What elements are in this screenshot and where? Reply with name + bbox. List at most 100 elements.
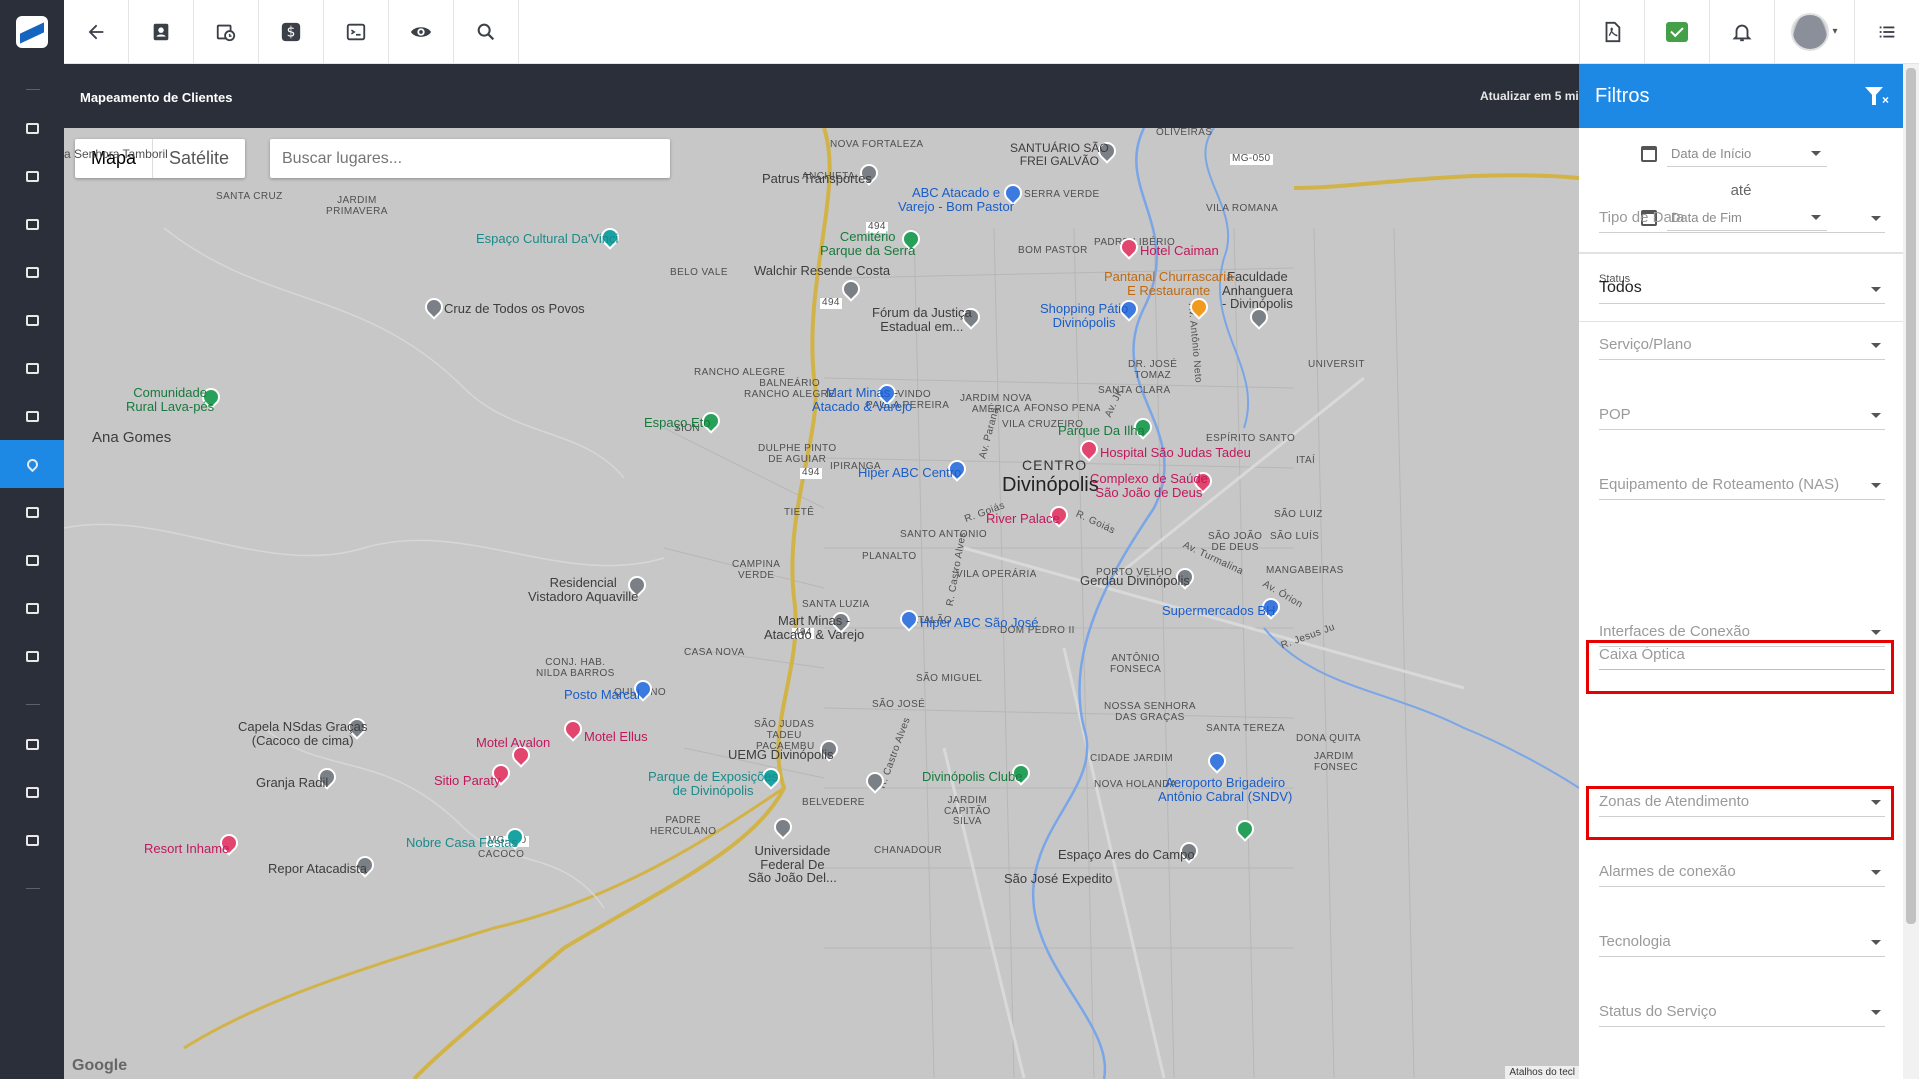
poi-label[interactable]: Cemitério Parque da Serra: [820, 230, 915, 257]
view-button[interactable]: [389, 0, 454, 64]
poi-label[interactable]: Cruz de Todos os Povos: [444, 302, 585, 316]
poi-label[interactable]: Motel Avalon: [476, 736, 550, 750]
poi-label[interactable]: River Palace: [986, 512, 1060, 526]
app-logo[interactable]: [0, 0, 64, 64]
poi-label[interactable]: São José Expedito: [1004, 872, 1112, 886]
sidebar-item-contacts[interactable]: [0, 200, 64, 248]
date-start-field[interactable]: Data de Início: [1641, 141, 1827, 167]
poi-label[interactable]: Residencial Vistadoro Aquaville: [528, 576, 638, 603]
sidebar-item-documents[interactable]: [0, 488, 64, 536]
poi-label[interactable]: Mart Minas - Atacado & Varejo: [812, 386, 912, 413]
schedule-button[interactable]: [194, 0, 259, 64]
finance-button[interactable]: $: [259, 0, 324, 64]
poi-label[interactable]: Gerdau Divinópolis: [1080, 574, 1190, 588]
sidebar-item-files[interactable]: [0, 584, 64, 632]
map-attribution[interactable]: Atalhos do tecl: [1505, 1066, 1579, 1079]
pdf-button[interactable]: [1579, 0, 1644, 64]
video-icon: [25, 738, 39, 750]
filter-tipo-data[interactable]: Tipo de Data: [1599, 199, 1885, 233]
contacts-button[interactable]: [129, 0, 194, 64]
poi-label[interactable]: Motel Ellus: [584, 730, 648, 744]
sidebar-item-servers[interactable]: [0, 536, 64, 584]
filter-interfaces[interactable]: Interfaces de Conexão: [1599, 613, 1885, 647]
filter-status[interactable]: Todos: [1599, 270, 1885, 304]
poi-label[interactable]: Hotel Caiman: [1140, 244, 1219, 258]
poi-label[interactable]: Pantanal Churrascaria E Restaurante: [1104, 270, 1233, 297]
select-value: Todos: [1599, 279, 1642, 296]
poi-label[interactable]: Complexo de Saúde São João de Deus: [1090, 472, 1208, 499]
poi-label[interactable]: Resort Inhame: [144, 842, 229, 856]
user-menu-button[interactable]: ▾: [1774, 0, 1854, 63]
scrollbar-thumb[interactable]: [1906, 68, 1916, 924]
filter-nas[interactable]: Equipamento de Roteamento (NAS): [1599, 466, 1885, 500]
clear-filter-icon[interactable]: ×: [1865, 85, 1889, 107]
sidebar-item-dashboard[interactable]: [0, 104, 64, 152]
poi-label[interactable]: Parque Da Ilha: [1058, 424, 1145, 438]
sidebar-item-register[interactable]: [0, 248, 64, 296]
sidebar-item-settings[interactable]: [0, 632, 64, 680]
poi-label[interactable]: Hiper ABC Centro: [858, 466, 961, 480]
poi-label[interactable]: SANTUÁRIO SÃO FREI GALVÃO: [1010, 142, 1109, 167]
poi-label[interactable]: Mart Minas - Atacado & Varejo: [764, 614, 864, 641]
poi-label[interactable]: Espaço Ares do Campo: [1058, 848, 1195, 862]
poi-label[interactable]: Sitio Paraty: [434, 774, 500, 788]
poi-label[interactable]: Parque de Exposições de Divinópolis: [648, 770, 778, 797]
poi-label[interactable]: Espaço Eto: [644, 416, 711, 430]
poi-label[interactable]: Divinópolis Clube: [922, 770, 1022, 784]
poi-label[interactable]: UEMG Divinópolis: [728, 748, 833, 762]
sidebar-item-video[interactable]: [0, 720, 64, 768]
terminal-button[interactable]: [324, 0, 389, 64]
poi-label[interactable]: Patrus Transportes: [762, 172, 872, 186]
district-label: UNIVERSIT: [1308, 359, 1365, 370]
poi-label[interactable]: Capela NSdas Graças (Cacoco de cima): [238, 720, 367, 747]
poi-label[interactable]: Faculdade Anhanguera - Divinópolis: [1222, 270, 1293, 311]
select-value: Status do Serviço: [1599, 1003, 1717, 1020]
filter-tecnologia[interactable]: Tecnologia: [1599, 923, 1885, 957]
poi-label[interactable]: Fórum da Justiça Estadual em...: [872, 306, 972, 333]
poi-label[interactable]: Supermercados BH: [1162, 604, 1275, 618]
poi-label[interactable]: Universidade Federal De São João Del...: [748, 844, 837, 885]
document-icon: [25, 506, 39, 518]
filter-pop[interactable]: POP: [1599, 396, 1885, 430]
chevron-down-icon: [1871, 483, 1881, 488]
filter-servico-plano[interactable]: Serviço/Plano: [1599, 326, 1885, 360]
search-button[interactable]: [454, 0, 519, 64]
poi-label[interactable]: Aeroporto Brigadeiro Antônio Cabral (SND…: [1158, 776, 1292, 803]
poi-label[interactable]: Comunidade Rural Lava-pés: [126, 386, 214, 413]
chevron-down-icon: [1871, 287, 1881, 292]
poi-label[interactable]: Walchir Resende Costa: [754, 264, 890, 278]
menu-list-button[interactable]: [1854, 0, 1919, 64]
filter-zonas-atendimento[interactable]: Zonas de Atendimento: [1599, 783, 1885, 817]
district-label: CACOCO: [478, 849, 525, 860]
filters-scrollbar[interactable]: [1903, 64, 1919, 1079]
poi-label[interactable]: Hiper ABC São José: [920, 616, 1039, 630]
district-label: SANTO ANTONIO: [900, 529, 988, 540]
sidebar-item-reports[interactable]: [0, 152, 64, 200]
poi-label[interactable]: Posto Marcal: [564, 688, 640, 702]
sidebar-item-schedule[interactable]: [0, 296, 64, 344]
pdf-icon: [1605, 21, 1621, 43]
district-label: PLANALTO: [862, 551, 917, 562]
poi-label[interactable]: Hospital São Judas Tadeu: [1100, 446, 1251, 460]
map-search-input[interactable]: [270, 139, 670, 178]
filter-alarmes[interactable]: Alarmes de conexão: [1599, 853, 1885, 887]
map-view[interactable]: Mapa Satélite Divinópolis CENTRO Ana Gom…: [64, 128, 1579, 1079]
district-label: SÃO JOÃO DE DEUS: [1208, 531, 1263, 553]
poi-label[interactable]: Espaço Cultural Da'Vinci: [476, 232, 618, 246]
poi-label[interactable]: Granja Radil: [256, 776, 328, 790]
sidebar-item-wiki[interactable]: [0, 768, 64, 816]
messages-button[interactable]: [1644, 0, 1709, 64]
sidebar-item-map[interactable]: [0, 440, 64, 488]
district-label: AFONSO PENA: [1024, 403, 1101, 414]
sidebar-item-finance[interactable]: [0, 392, 64, 440]
sidebar-item-chat[interactable]: [0, 816, 64, 864]
back-button[interactable]: [64, 0, 129, 64]
poi-label[interactable]: Repor Atacadista: [268, 862, 367, 876]
poi-label[interactable]: ABC Atacado e Varejo - Bom Pastor: [898, 186, 1014, 213]
poi-label[interactable]: Nobre Casa Festas: [406, 836, 518, 850]
notifications-button[interactable]: [1709, 0, 1774, 64]
poi-label[interactable]: Shopping Pátio Divinópolis: [1040, 302, 1128, 329]
sidebar-item-inventory[interactable]: [0, 344, 64, 392]
select-value: Caixa Óptica: [1599, 646, 1685, 663]
filter-status-servico[interactable]: Status do Serviço: [1599, 993, 1885, 1027]
